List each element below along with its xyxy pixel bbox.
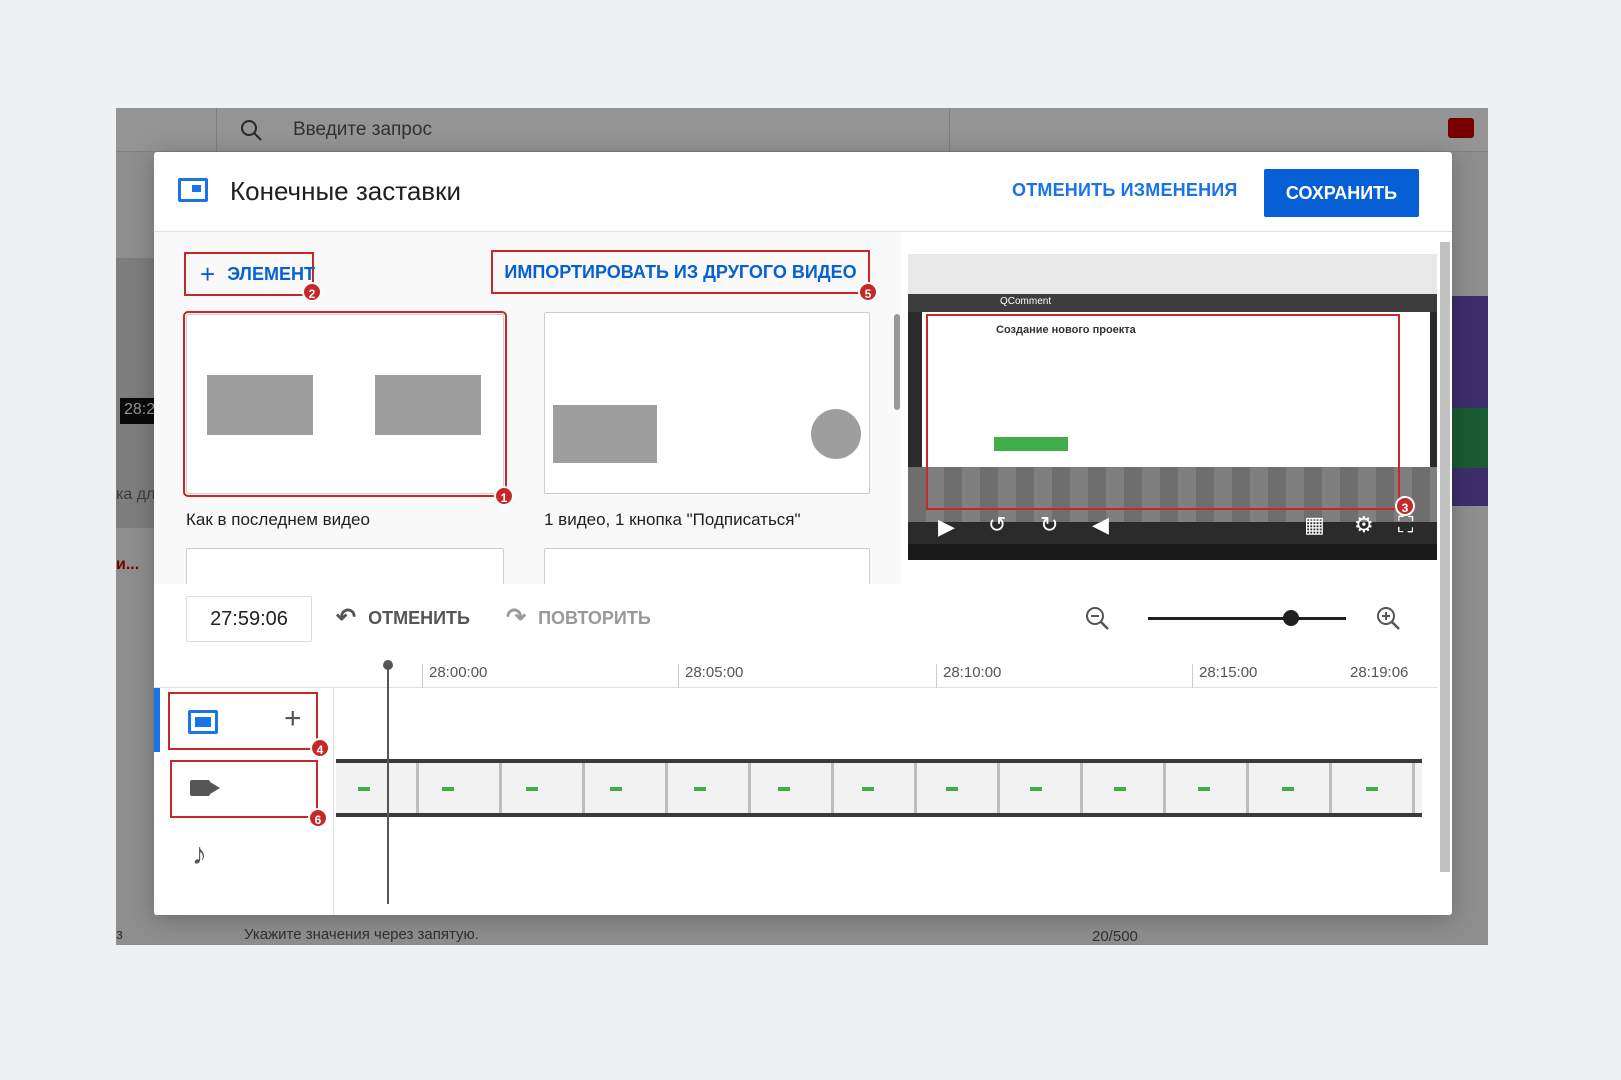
track-labels: + ♪: [154, 688, 334, 915]
preview-frame[interactable]: QComment Создание нового проекта ▶ ↺ ↻ ◀…: [908, 254, 1437, 560]
elements-panel: + ЭЛЕМЕНТ 2 ИМПОРТИРОВАТЬ ИЗ ДРУГОГО ВИД…: [154, 232, 901, 584]
redo-label: ПОВТОРИТЬ: [538, 607, 651, 628]
music-note-icon: ♪: [192, 838, 207, 871]
save-button[interactable]: СОХРАНИТЬ: [1264, 169, 1419, 217]
annotation-badge-2: 2: [302, 282, 322, 302]
timeline-tick: 28:00:00: [422, 664, 487, 688]
zoom-slider[interactable]: [1148, 610, 1346, 626]
redo-icon: ↷: [506, 604, 527, 631]
filmstrip-frame-mark: [778, 787, 790, 791]
preview-taskbar: [908, 544, 1437, 560]
import-from-video-button[interactable]: ИМПОРТИРОВАТЬ ИЗ ДРУГОГО ВИДЕО: [491, 250, 870, 294]
annotation-badge-6: 6: [308, 808, 328, 828]
forward-icon[interactable]: ↻: [1040, 512, 1058, 538]
video-filmstrip[interactable]: [336, 759, 1422, 817]
add-element-button[interactable]: + ЭЛЕМЕНТ: [184, 252, 315, 296]
filmstrip-frame-mark: [442, 787, 454, 791]
timeline-tick: 28:10:00: [936, 664, 1001, 688]
filmstrip-frame-mark: [862, 787, 874, 791]
filmstrip-frame-mark: [610, 787, 622, 791]
panel-scrollbar[interactable]: [894, 314, 900, 410]
timeline-toolbar: 27:59:06 ↶ ОТМЕНИТЬ ↷ ПОВТОРИТЬ: [154, 584, 1438, 654]
add-element-label: ЭЛЕМЕНТ: [227, 263, 315, 284]
filmstrip-frame-mark: [946, 787, 958, 791]
endscreen-area-frame: [926, 314, 1400, 510]
template-card-video-subscribe[interactable]: [544, 312, 870, 494]
discard-changes-button[interactable]: ОТМЕНИТЬ ИЗМЕНЕНИЯ: [1012, 180, 1238, 201]
play-icon[interactable]: ▶: [938, 514, 955, 540]
annotation-badge-1: 1: [494, 486, 514, 506]
preview-site-brand: QComment: [1000, 296, 1052, 307]
filmstrip-frame-mark: [1366, 787, 1378, 791]
filmstrip-frame-mark: [1198, 787, 1210, 791]
template-card[interactable]: [544, 548, 870, 584]
timeline-ruler: 28:00:00 28:05:00 28:10:00 28:15:00 28:1…: [154, 654, 1438, 688]
video-camera-icon: [190, 780, 220, 796]
gear-icon[interactable]: ⚙: [1354, 512, 1374, 538]
timeline-tick: 28:19:06: [1350, 664, 1409, 681]
modal-title: Конечные заставки: [230, 176, 462, 206]
endscreen-editor-modal: Конечные заставки ОТМЕНИТЬ ИЗМЕНЕНИЯ СОХ…: [154, 152, 1452, 915]
modal-scrollbar-thumb[interactable]: [1440, 242, 1450, 872]
preview-site-bar: QComment: [908, 294, 1437, 312]
import-label: ИМПОРТИРОВАТЬ ИЗ ДРУГОГО ВИДЕО: [504, 261, 857, 282]
filmstrip-frame-mark: [1282, 787, 1294, 791]
undo-label: ОТМЕНИТЬ: [368, 607, 470, 628]
zoom-slider-knob[interactable]: [1282, 610, 1299, 626]
template-video-placeholder: [375, 375, 481, 435]
template-subscribe-placeholder: [811, 409, 861, 459]
filmstrip-frame-mark: [1030, 787, 1042, 791]
template-video-placeholder: [553, 405, 657, 463]
modal-header: Конечные заставки ОТМЕНИТЬ ИЗМЕНЕНИЯ СОХ…: [154, 152, 1452, 232]
undo-button[interactable]: ↶ ОТМЕНИТЬ: [336, 606, 470, 630]
timeline-tick: 28:05:00: [678, 664, 743, 688]
template-card[interactable]: [186, 548, 504, 584]
timeline: 28:00:00 28:05:00 28:10:00 28:15:00 28:1…: [154, 654, 1438, 915]
grid-icon[interactable]: ▦: [1304, 512, 1325, 538]
endscreen-track-icon: [188, 710, 218, 734]
volume-icon[interactable]: ◀: [1092, 512, 1109, 538]
rewind-icon[interactable]: ↺: [988, 512, 1006, 538]
annotation-badge-4: 4: [310, 738, 330, 758]
template-label: 1 видео, 1 кнопка "Подписаться": [544, 510, 801, 529]
filmstrip-frame-mark: [358, 787, 370, 791]
undo-icon: ↶: [336, 604, 357, 631]
current-time-field[interactable]: 27:59:06: [186, 596, 312, 642]
timeline-tick: 28:15:00: [1192, 664, 1257, 688]
template-video-placeholder: [207, 375, 313, 435]
playhead[interactable]: [387, 666, 389, 904]
preview-browser-chrome: [908, 254, 1437, 294]
endscreen-track[interactable]: +: [168, 692, 318, 750]
template-card-last-video[interactable]: [183, 311, 507, 497]
filmstrip-frame-mark: [526, 787, 538, 791]
annotation-badge-5: 5: [858, 282, 878, 302]
filmstrip-frame-mark: [1114, 787, 1126, 791]
endscreen-icon: [178, 178, 208, 202]
add-element-plus-icon[interactable]: +: [284, 702, 302, 736]
filmstrip-frame-mark: [694, 787, 706, 791]
template-label: Как в последнем видео: [186, 510, 370, 529]
video-preview: QComment Создание нового проекта ▶ ↺ ↻ ◀…: [901, 232, 1438, 584]
zoom-out-icon[interactable]: [1083, 604, 1111, 632]
zoom-in-icon[interactable]: [1374, 604, 1402, 632]
redo-button[interactable]: ↷ ПОВТОРИТЬ: [506, 606, 651, 630]
video-track[interactable]: [170, 760, 318, 818]
annotation-badge-3: 3: [1395, 496, 1415, 516]
plus-icon: +: [200, 259, 216, 289]
player-controls: ▶ ↺ ↻ ◀ ▦ ⚙ ⛶: [908, 512, 1437, 544]
modal-scrollbar[interactable]: [1438, 232, 1452, 915]
